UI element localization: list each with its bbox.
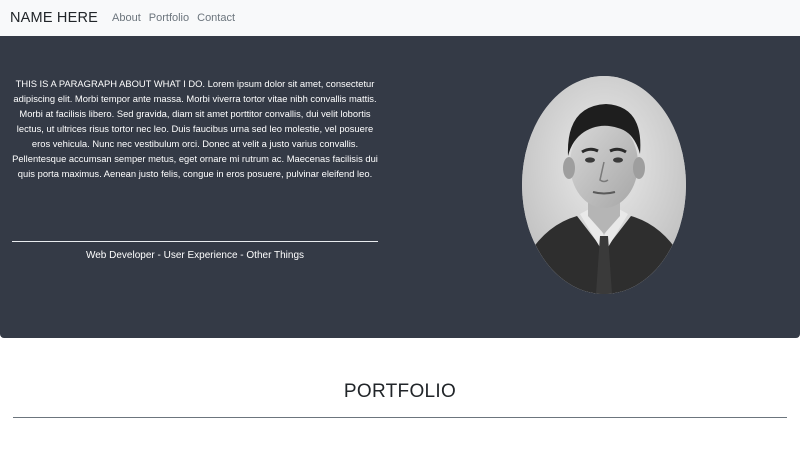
hero-divider bbox=[12, 241, 378, 242]
about-paragraph: THIS IS A PARAGRAPH ABOUT WHAT I DO. Lor… bbox=[12, 78, 378, 179]
roles-tagline: Web Developer - User Experience - Other … bbox=[85, 250, 305, 261]
nav-link-contact[interactable]: Contact bbox=[197, 12, 235, 24]
nav-link-portfolio[interactable]: Portfolio bbox=[149, 12, 189, 24]
top-navbar: NAME HERE About Portfolio Contact bbox=[0, 0, 800, 36]
portrait-image bbox=[522, 76, 686, 294]
portfolio-divider bbox=[13, 417, 787, 418]
portfolio-heading: PORTFOLIO bbox=[343, 381, 457, 402]
profile-portrait bbox=[522, 76, 686, 294]
brand-link[interactable]: NAME HERE bbox=[10, 10, 98, 26]
nav-link-about[interactable]: About bbox=[112, 12, 141, 24]
hero-section: THIS IS A PARAGRAPH ABOUT WHAT I DO. Lor… bbox=[0, 36, 800, 338]
